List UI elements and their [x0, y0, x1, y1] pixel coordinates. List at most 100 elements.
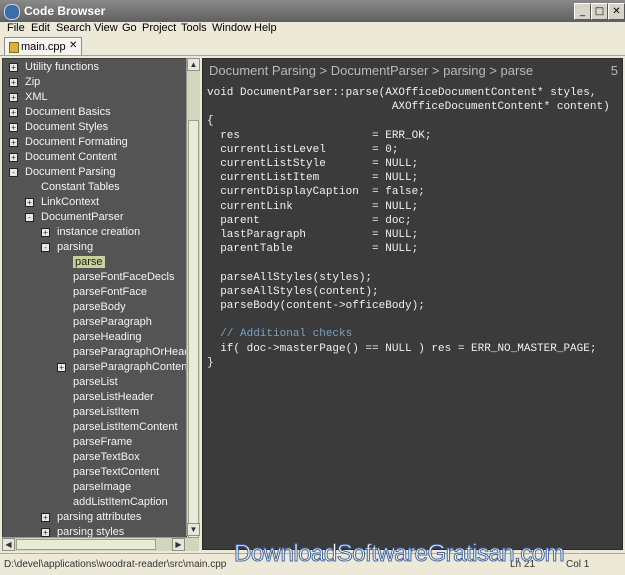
- code-editor[interactable]: Document Parsing > DocumentParser > pars…: [202, 58, 623, 550]
- tree-item-label: parseListItem: [73, 406, 140, 418]
- tree-item[interactable]: - parsing: [3, 240, 186, 255]
- expand-icon[interactable]: +: [41, 513, 50, 522]
- tree-item[interactable]: + parsing attributes: [3, 510, 186, 525]
- code-line: parseBody(content->officeBody);: [207, 300, 425, 312]
- collapse-icon[interactable]: -: [41, 243, 50, 252]
- tree-item[interactable]: parse: [3, 255, 186, 270]
- menu-edit[interactable]: Edit: [31, 22, 50, 34]
- expand-icon[interactable]: +: [9, 138, 18, 147]
- tree-item-label: addListItemCaption: [73, 496, 168, 508]
- code-line: lastParagraph = NULL;: [207, 229, 419, 241]
- tree-item-label: Document Parsing: [25, 166, 116, 178]
- tree-item-label: Utility functions: [25, 61, 99, 73]
- tree-item[interactable]: addListItemCaption: [3, 495, 186, 510]
- tree-item[interactable]: Constant Tables: [3, 180, 186, 195]
- tab-main-cpp[interactable]: main.cpp ✕: [4, 37, 82, 55]
- code-comment-line: // Additional checks: [207, 328, 353, 341]
- scroll-down-arrow-icon[interactable]: ▼: [187, 523, 200, 536]
- scroll-left-arrow-icon[interactable]: ◀: [2, 538, 15, 551]
- hscroll-thumb[interactable]: [16, 539, 156, 550]
- expand-icon[interactable]: +: [9, 93, 18, 102]
- tree-item[interactable]: + Document Content: [3, 150, 186, 165]
- tree-item[interactable]: parseHeading: [3, 330, 186, 345]
- tree-item-label: parseHeading: [73, 331, 142, 343]
- menu-search[interactable]: Search: [56, 22, 91, 34]
- menu-window[interactable]: Window: [212, 22, 251, 34]
- tree-vertical-scrollbar[interactable]: ▲ ▼: [186, 58, 200, 540]
- breadcrumb[interactable]: Document Parsing > DocumentParser > pars…: [209, 63, 533, 78]
- menu-view[interactable]: View: [94, 22, 118, 34]
- scroll-right-arrow-icon[interactable]: ▶: [172, 538, 185, 551]
- tree-item[interactable]: parseBody: [3, 300, 186, 315]
- tree-item-label: parseTextBox: [73, 451, 140, 463]
- tree-item[interactable]: parseListHeader: [3, 390, 186, 405]
- menu-help[interactable]: Help: [254, 22, 277, 34]
- code-line: currentListItem = NULL;: [207, 172, 419, 185]
- expand-icon[interactable]: +: [9, 108, 18, 117]
- menu-tools[interactable]: Tools: [181, 22, 207, 34]
- tree-item[interactable]: parseFrame: [3, 435, 186, 450]
- tab-label: main.cpp: [21, 41, 66, 53]
- code-line: parseAllStyles(content);: [207, 285, 379, 298]
- tree-item[interactable]: parseListItemContent: [3, 420, 186, 435]
- expand-icon[interactable]: +: [25, 198, 34, 207]
- tree-item-label: Constant Tables: [41, 181, 120, 193]
- tree-item[interactable]: parseParagraph: [3, 315, 186, 330]
- menu-project[interactable]: Project: [142, 22, 176, 34]
- menu-bar: File Edit Search View Go Project Tools W…: [0, 22, 625, 36]
- tree-item-label: parseFontFace: [73, 286, 147, 298]
- tree-item[interactable]: + XML: [3, 90, 186, 105]
- tree-item[interactable]: + Document Formating: [3, 135, 186, 150]
- tree-horizontal-scrollbar[interactable]: ◀ ▶: [2, 537, 199, 551]
- tree-item-label: Document Styles: [25, 121, 109, 133]
- tree-item[interactable]: parseFontFaceDecls: [3, 270, 186, 285]
- tree-item-label: instance creation: [57, 226, 141, 238]
- tab-bar: main.cpp ✕: [0, 37, 625, 56]
- tree-item[interactable]: + Document Basics: [3, 105, 186, 120]
- tree-item-label: parseBody: [73, 301, 126, 313]
- expand-icon[interactable]: +: [9, 78, 18, 87]
- window-title: Code Browser: [24, 4, 106, 18]
- scroll-thumb[interactable]: [188, 120, 199, 540]
- tree-item[interactable]: + parseParagraphContent: [3, 360, 186, 375]
- tree-item[interactable]: parseTextContent: [3, 465, 186, 480]
- scroll-up-arrow-icon[interactable]: ▲: [187, 58, 200, 71]
- expand-icon[interactable]: +: [9, 153, 18, 162]
- menu-file[interactable]: File: [7, 22, 25, 34]
- expand-icon[interactable]: +: [57, 363, 66, 372]
- tree-item[interactable]: parseImage: [3, 480, 186, 495]
- tree-item[interactable]: + instance creation: [3, 225, 186, 240]
- tree-item[interactable]: parseParagraphOrHead: [3, 345, 186, 360]
- close-tab-icon[interactable]: ✕: [69, 40, 77, 51]
- tree-item-label: parsing: [57, 241, 94, 253]
- tree-item[interactable]: parseFontFace: [3, 285, 186, 300]
- menu-go[interactable]: Go: [122, 22, 137, 34]
- outline-tree: + Utility functions + Zip + XML + Document Basi…: [2, 58, 187, 538]
- tree-item[interactable]: parseList: [3, 375, 186, 390]
- code-line: currentListStyle = NULL;: [207, 158, 419, 170]
- tree-item[interactable]: + LinkContext: [3, 195, 186, 210]
- file-path: D:\devel\applications\woodrat-reader\src…: [4, 559, 227, 570]
- collapse-icon[interactable]: -: [9, 168, 18, 177]
- expand-icon[interactable]: +: [41, 528, 50, 537]
- minimize-button[interactable]: _: [574, 3, 591, 20]
- tree-item[interactable]: - Document Parsing: [3, 165, 186, 180]
- expand-icon[interactable]: +: [9, 123, 18, 132]
- collapse-icon[interactable]: -: [25, 213, 34, 222]
- tree-item-label: Document Basics: [25, 106, 111, 118]
- code-line: AXOfficeDocumentContent* content): [207, 101, 610, 114]
- tree-item[interactable]: + Document Styles: [3, 120, 186, 135]
- tree-item-label: parseFontFaceDecls: [73, 271, 175, 283]
- tree-item[interactable]: + Utility functions: [3, 60, 186, 75]
- tree-item-label: parseParagraphContent: [73, 361, 187, 373]
- expand-icon[interactable]: +: [9, 63, 18, 72]
- tree-item[interactable]: - DocumentParser: [3, 210, 186, 225]
- tree-item-label: DocumentParser: [41, 211, 124, 223]
- tree-item[interactable]: parseListItem: [3, 405, 186, 420]
- tree-item[interactable]: + Zip: [3, 75, 186, 90]
- expand-icon[interactable]: +: [41, 228, 50, 237]
- close-button[interactable]: ✕: [608, 3, 625, 20]
- code-line: }: [207, 356, 214, 369]
- maximize-button[interactable]: □: [591, 3, 608, 20]
- tree-item[interactable]: parseTextBox: [3, 450, 186, 465]
